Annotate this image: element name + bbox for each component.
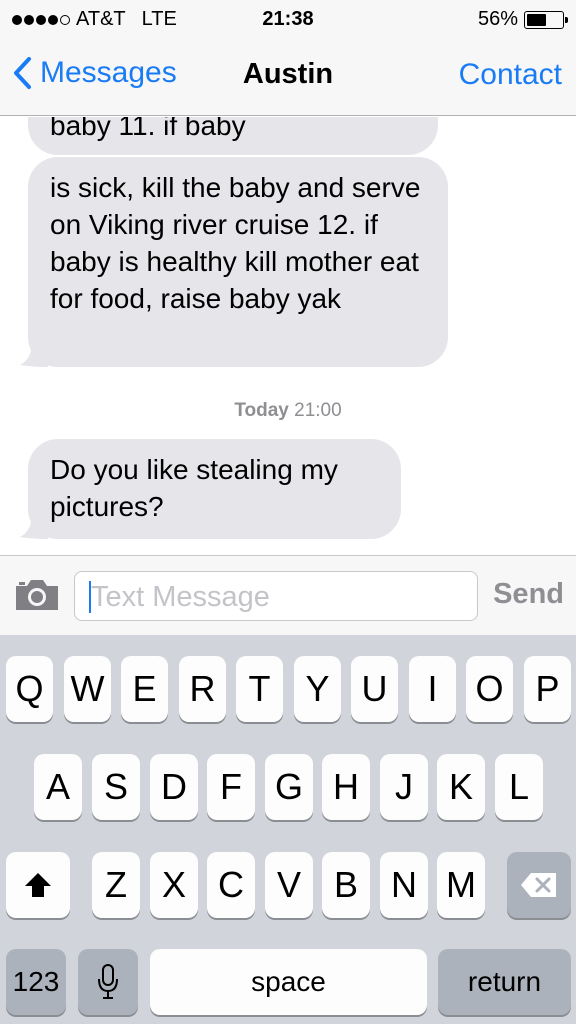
key-s[interactable]: S	[92, 754, 140, 820]
key-b[interactable]: B	[322, 852, 370, 918]
send-button[interactable]: Send	[493, 578, 564, 611]
battery-percent: 56%	[477, 8, 518, 30]
shift-key[interactable]	[6, 852, 70, 918]
timestamp-time: 21:00	[294, 400, 342, 421]
key-g[interactable]: G	[265, 754, 313, 820]
message-bubble[interactable]: is sick, kill the baby and serve on Viki…	[28, 157, 448, 367]
navigation-bar: Messages Austin Contact	[0, 50, 576, 104]
delete-key[interactable]	[507, 852, 571, 918]
key-a[interactable]: A	[34, 754, 82, 820]
microphone-icon	[98, 964, 118, 999]
key-h[interactable]: H	[322, 754, 370, 820]
key-u[interactable]: U	[351, 656, 398, 722]
numbers-key[interactable]: 123	[6, 949, 66, 1015]
bubble-tail	[20, 341, 48, 367]
contact-button[interactable]: Contact	[459, 58, 562, 92]
battery-status: 56%	[477, 8, 568, 31]
bubble-tail	[20, 513, 48, 539]
key-d[interactable]: D	[150, 754, 198, 820]
message-input-bar: Text Message Send	[0, 555, 576, 635]
battery-icon	[524, 10, 568, 29]
shift-icon	[25, 873, 51, 897]
key-w[interactable]: W	[64, 656, 111, 722]
key-k[interactable]: K	[437, 754, 485, 820]
key-r[interactable]: R	[179, 656, 226, 722]
key-f[interactable]: F	[207, 754, 255, 820]
key-i[interactable]: I	[409, 656, 456, 722]
key-q[interactable]: Q	[6, 656, 53, 722]
key-v[interactable]: V	[265, 852, 313, 918]
status-bar: AT&T LTE 21:38 56%	[0, 0, 576, 38]
back-button-label: Messages	[40, 56, 177, 89]
message-text: Do you like stealing my pictures?	[50, 454, 338, 522]
keyboard: Q W E R T Y U I O P A S D F G H J K L Z …	[0, 635, 576, 1024]
return-key[interactable]: return	[438, 949, 571, 1015]
key-p[interactable]: P	[524, 656, 571, 722]
back-button[interactable]: Messages	[12, 56, 177, 90]
camera-icon[interactable]	[14, 578, 60, 612]
key-x[interactable]: X	[150, 852, 198, 918]
key-o[interactable]: O	[466, 656, 513, 722]
dictation-key[interactable]	[78, 949, 138, 1015]
timestamp-day: Today	[234, 400, 289, 421]
key-e[interactable]: E	[121, 656, 168, 722]
message-timestamp: Today 21:00	[0, 400, 576, 422]
key-m[interactable]: M	[437, 852, 485, 918]
key-n[interactable]: N	[380, 852, 428, 918]
conversation-thread[interactable]: baby 11. if baby is sick, kill the baby …	[0, 117, 576, 555]
key-z[interactable]: Z	[92, 852, 140, 918]
key-j[interactable]: J	[380, 754, 428, 820]
message-bubble[interactable]: Do you like stealing my pictures?	[28, 439, 401, 539]
space-key[interactable]: space	[150, 949, 427, 1015]
message-text: is sick, kill the baby and serve on Viki…	[50, 172, 421, 314]
key-l[interactable]: L	[495, 754, 543, 820]
message-text-field[interactable]: Text Message	[74, 571, 478, 621]
top-bar: AT&T LTE 21:38 56% Messages Austin Conta…	[0, 0, 576, 116]
key-y[interactable]: Y	[294, 656, 341, 722]
chevron-left-icon	[14, 57, 31, 89]
message-placeholder: Text Message	[91, 581, 270, 613]
backspace-icon	[521, 873, 556, 897]
key-c[interactable]: C	[207, 852, 255, 918]
message-text: baby 11. if baby	[50, 117, 246, 141]
message-bubble[interactable]: baby 11. if baby	[28, 117, 438, 155]
key-t[interactable]: T	[236, 656, 283, 722]
